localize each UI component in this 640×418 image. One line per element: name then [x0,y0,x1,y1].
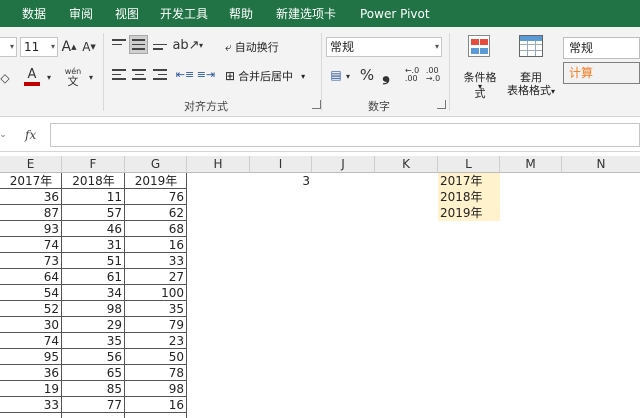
column-header-h[interactable]: H [187,156,250,173]
column-header-m[interactable]: M [500,156,562,173]
comma-style-icon[interactable]: ❟ [380,61,392,85]
table-gridline [0,364,187,365]
column-header-k[interactable]: K [375,156,438,173]
merge-center-button[interactable]: ⊞ 合并后居中 ▾ [225,68,305,84]
cell-style-normal[interactable]: 常规 [563,37,640,59]
format-as-table-button[interactable]: 套用 表格格式▾ [505,33,557,97]
number-group-label: 数字 [368,100,390,113]
merge-dropdown-icon: ▾ [301,71,306,81]
table-gridline [0,300,187,301]
table-gridline [0,284,187,285]
align-top-icon[interactable] [112,39,126,50]
column-header-j[interactable]: J [312,156,375,173]
font-color-dropdown-icon[interactable]: ▾ [44,70,54,84]
column-header-i[interactable]: I [250,156,312,173]
table-gridline [0,204,187,205]
alignment-group-label: 对齐方式 [184,100,228,113]
ribbon-separator [321,33,322,111]
tab-help[interactable]: 帮助 [229,7,253,21]
phonetic-guide-icon[interactable]: wén 文 [62,67,84,87]
ribbon: ▾ 11 ▾ A ▲ A ▼ ◇ A ▾ wén 文 ▾ ab↗ ▾ ⤶ 自动换行 ⇤≡… [0,27,640,117]
decrease-font-size-icon[interactable]: A ▼ [80,37,98,57]
table-gridline [0,220,187,221]
decrease-indent-icon[interactable]: ⇤≡ [176,65,194,83]
ribbon-tab-bar: 数据 审阅 视图 开发工具 帮助 新建选项卡 Power Pivot [0,0,640,27]
accounting-dropdown-icon[interactable]: ▾ [344,70,352,82]
wrap-text-button[interactable]: ⤶ 自动换行 [225,39,279,55]
wrap-text-icon: ⤶ [225,39,232,54]
ribbon-separator [449,33,450,111]
formula-input[interactable] [50,123,640,147]
column-header-l[interactable]: L [438,156,500,173]
font-color-icon[interactable]: A [22,66,42,88]
align-bottom-icon[interactable] [153,39,167,50]
table-gridline [0,252,187,253]
list-item[interactable]: 2018年 [438,189,500,206]
increase-decimal-icon[interactable]: ←.0.00 [404,66,420,84]
merge-center-icon: ⊞ [225,69,236,83]
font-name-dropdown[interactable]: ▾ [0,37,17,57]
number-dialog-launcher-icon[interactable] [437,100,446,109]
table-gridline [0,348,187,349]
percent-style-icon[interactable]: % [359,65,375,85]
format-as-table-dropdown-icon: ▾ [550,87,555,96]
table-gridline [0,396,187,397]
table-gridline [186,173,187,418]
conditional-format-button[interactable]: 条件格式 ▾ [459,33,501,100]
orientation-dropdown-icon[interactable]: ▾ [197,39,205,51]
column-header-g[interactable]: G [125,156,187,173]
table-gridline [0,236,187,237]
increase-font-size-icon[interactable]: A ▲ [60,37,78,57]
column-header-f[interactable]: F [62,156,125,173]
tab-view[interactable]: 视图 [115,7,139,21]
column-header-n[interactable]: N [562,156,640,173]
table-gridline [0,268,187,269]
column-header-e[interactable]: E [0,156,62,173]
accounting-format-icon[interactable]: ▤ [328,66,344,84]
number-format-dropdown[interactable]: 常规 ▾ [326,37,442,57]
orientation-icon[interactable]: ab↗ [172,36,199,54]
table-gridline [0,332,187,333]
align-right-icon[interactable] [153,69,167,80]
tab-review[interactable]: 审阅 [69,7,93,21]
table-gridline [0,188,187,189]
phonetic-dropdown-icon[interactable]: ▾ [86,70,96,84]
font-size-dropdown[interactable]: 11 ▾ [20,37,58,57]
conditional-format-dropdown-icon: ▾ [477,82,482,91]
table-gridline [0,316,187,317]
increase-indent-icon[interactable]: ≡⇥ [197,65,215,83]
alignment-dialog-launcher-icon[interactable] [312,100,321,109]
ribbon-separator [103,33,104,111]
fill-color-icon[interactable]: ◇ [0,69,12,87]
tab-developer[interactable]: 开发工具 [160,7,208,21]
cell-i-value[interactable]: 3 [250,173,312,190]
decrease-decimal-icon[interactable]: .00 →.0 [425,66,441,84]
insert-function-icon[interactable]: fx [25,128,36,142]
list-item[interactable]: 2017年 [438,173,500,190]
list-item[interactable]: 2019年 [438,205,500,222]
align-middle-button[interactable] [129,35,148,54]
name-box-dropdown-icon[interactable]: ⌄ [0,128,8,142]
table-gridline [61,173,62,418]
tab-power-pivot[interactable]: Power Pivot [360,7,430,21]
table-gridline [0,412,187,413]
conditional-format-icon [468,35,490,57]
formula-bar: ⌄ fx [0,118,640,152]
table-gridline [124,173,125,418]
align-left-icon[interactable] [112,69,126,80]
tab-data[interactable]: 数据 [22,7,46,21]
format-as-table-icon [519,35,543,57]
tab-new-tab[interactable]: 新建选项卡 [276,7,336,21]
align-center-icon[interactable] [132,69,146,80]
cell-style-calculation[interactable]: 计算 [563,62,640,84]
table-gridline [0,380,187,381]
